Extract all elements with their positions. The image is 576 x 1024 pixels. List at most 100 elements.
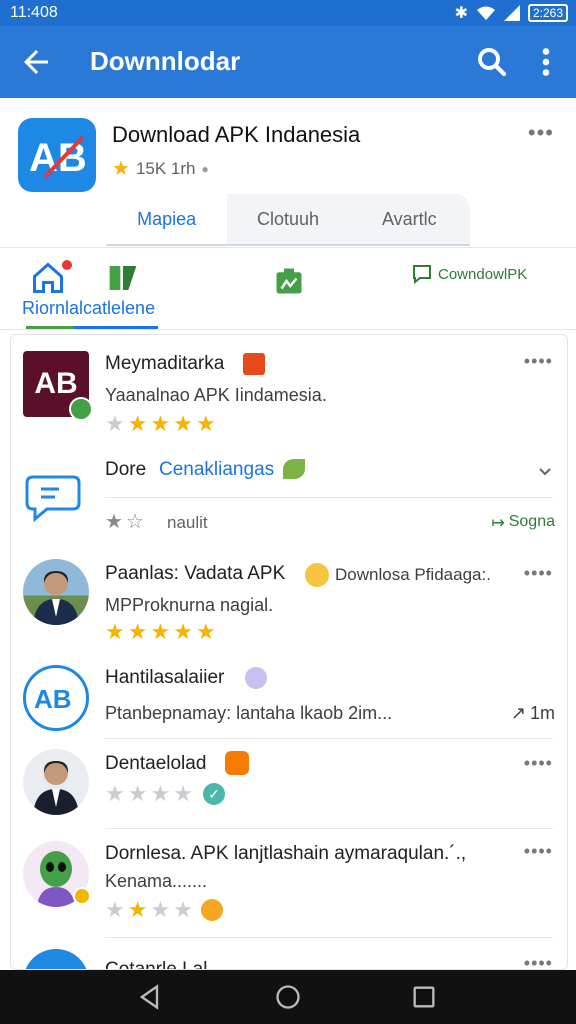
list-item-title: Dentaelolad (105, 753, 207, 774)
filter-bar: CowndowlPK Riornlalcatlelene (0, 248, 576, 330)
app-logo-avatar: AB (23, 665, 89, 731)
search-icon[interactable] (474, 44, 510, 80)
rating-stars: ★ ★ ★ ★ ★ (105, 621, 216, 643)
tab-1[interactable]: Mapiea (106, 194, 228, 244)
app-rating-text: 15K 1rh (135, 158, 196, 178)
arrow-icon: ↗ (510, 703, 526, 723)
star-icon: ★ (105, 897, 125, 922)
bookmark-icon[interactable] (106, 262, 140, 294)
list-item[interactable]: Dore Cenakliangas ★ ☆ naulit ↦ Sogna (11, 445, 567, 549)
notification-dot (62, 260, 72, 270)
battery-indicator: 2:263 (527, 4, 568, 22)
emoji-icon (201, 899, 223, 921)
leaf-icon (283, 459, 305, 479)
star-icon: ★ (127, 781, 148, 806)
star-icon: ★ (127, 619, 148, 644)
star-icon: ★ (173, 897, 193, 922)
list-item[interactable]: Dornlesa. APK lanjtlashain aymaraqulan.´… (11, 829, 567, 939)
header-more-button[interactable]: ••• (528, 120, 554, 146)
check-badge-icon: ✓ (203, 783, 225, 805)
star-icon: ★ (105, 511, 123, 533)
item-more-button[interactable]: •••• (524, 953, 553, 969)
tab-2[interactable]: Clotuuh (227, 194, 348, 244)
home-icon[interactable] (30, 260, 66, 296)
list-item[interactable]: Paanlas: Vadata APK Downlosa Pfidaaga:. … (11, 549, 567, 653)
nav-home-icon[interactable] (274, 983, 302, 1011)
more-vert-icon[interactable] (532, 44, 560, 80)
app-logo: AB (18, 118, 96, 192)
app-bar: Downnlodar (0, 26, 576, 98)
divider (105, 937, 553, 938)
star-icon: ★ (127, 897, 148, 922)
item-more-button[interactable]: •••• (524, 563, 553, 584)
svg-text:AB: AB (34, 684, 72, 714)
star-outline-icon: ☆ (125, 511, 144, 533)
item-more-button[interactable]: •••• (524, 841, 553, 862)
nav-back-icon[interactable] (136, 983, 164, 1011)
person-icon (33, 761, 79, 815)
flag-icon (243, 353, 265, 375)
download-list: AB Meymaditarka Yaanalnao APK Iindamesia… (10, 334, 568, 970)
status-time: 11:408 (10, 4, 58, 21)
app-header: AB Download APK Indanesia ★ 15K 1rh ● ••… (0, 98, 576, 248)
app-rating: ★ 15K 1rh ● (112, 156, 209, 181)
star-icon: ★ (150, 619, 171, 644)
emoji-icon (225, 751, 249, 775)
system-nav-bar (0, 970, 576, 1024)
list-item-subtitle: Yaanalnao APK Iindamesia. (105, 385, 327, 405)
filter-label[interactable]: Riornlalcatlelene (22, 298, 155, 319)
star-icon: ★ (195, 411, 216, 436)
nav-recents-icon[interactable] (410, 983, 438, 1011)
star-icon: ★ (173, 411, 193, 436)
avatar (23, 749, 89, 815)
list-item-subtitle: MPProknurna nagial. (105, 595, 274, 615)
action-label: Sogna (508, 513, 555, 530)
ab-logo-icon: AB (34, 684, 72, 714)
status-icons: ✱ 2:263 (455, 3, 568, 23)
dot-icon: ● (201, 161, 209, 176)
back-arrow-icon[interactable] (18, 44, 54, 80)
list-item-title-extra: Downlosa Pfidaaga:. (335, 565, 491, 584)
star-icon: ★ (173, 781, 193, 806)
star-icon: ★ (150, 897, 171, 922)
emoji-icon (305, 563, 329, 587)
action-button[interactable]: ↦ Sogna (491, 513, 555, 533)
divider (105, 497, 553, 498)
star-icon: ★ (173, 619, 193, 644)
list-item-title: Cotanrle Lal (105, 959, 208, 970)
emoji-icon (245, 667, 267, 689)
chevron-down-icon[interactable] (537, 463, 553, 479)
arrow-right-icon: ↦ (491, 515, 505, 532)
list-item-meta: naulit (167, 513, 208, 532)
verified-badge (69, 397, 93, 421)
star-icon: ★ (150, 411, 171, 436)
list-item-title: Meymaditarka (105, 353, 225, 374)
list-item-link[interactable]: Cenakliangas (159, 459, 274, 481)
star-icon: ★ (105, 411, 125, 436)
list-item[interactable]: Cotanrle Lal •••• (11, 939, 567, 970)
list-item[interactable]: AB Hantilasalaiier Ptanbepnamay: lantaha… (11, 653, 567, 739)
person-icon (33, 571, 79, 625)
rating-stars: ★ ☆ (105, 511, 144, 533)
app-title: Download APK Indanesia (112, 122, 361, 147)
signal-icon (503, 5, 520, 21)
list-item-subtitle: Kenama....... (105, 871, 208, 891)
avatar (23, 559, 89, 625)
item-more-button[interactable]: •••• (524, 351, 553, 372)
star-icon: ★ (105, 781, 125, 806)
star-icon: ★ (150, 781, 171, 806)
item-more-button[interactable]: •••• (524, 753, 553, 774)
list-item-subtitle: Ptanbepnamay: lantaha lkaob 2im... (105, 703, 393, 723)
image-icon[interactable] (274, 266, 304, 296)
app-logo-icon: AB (29, 135, 87, 180)
status-bar: 11:408 ✱ 2:263 (0, 0, 576, 26)
download-filter[interactable]: CowndowlPK (410, 262, 527, 286)
tab-3[interactable]: Avartlc (349, 194, 470, 244)
list-item[interactable]: AB Meymaditarka Yaanalnao APK Iindamesia… (11, 345, 567, 445)
star-icon: ★ (195, 619, 216, 644)
tab-bar: Mapiea Clotuuh Avartlc (106, 194, 470, 246)
list-item[interactable]: Dentaelolad ★ ★ ★ ★ ✓ •••• (11, 739, 567, 829)
time-label: 1m (529, 703, 555, 723)
list-item-title: Paanlas: Vadata APK (105, 563, 286, 584)
bluetooth-icon: ✱ (454, 5, 468, 22)
